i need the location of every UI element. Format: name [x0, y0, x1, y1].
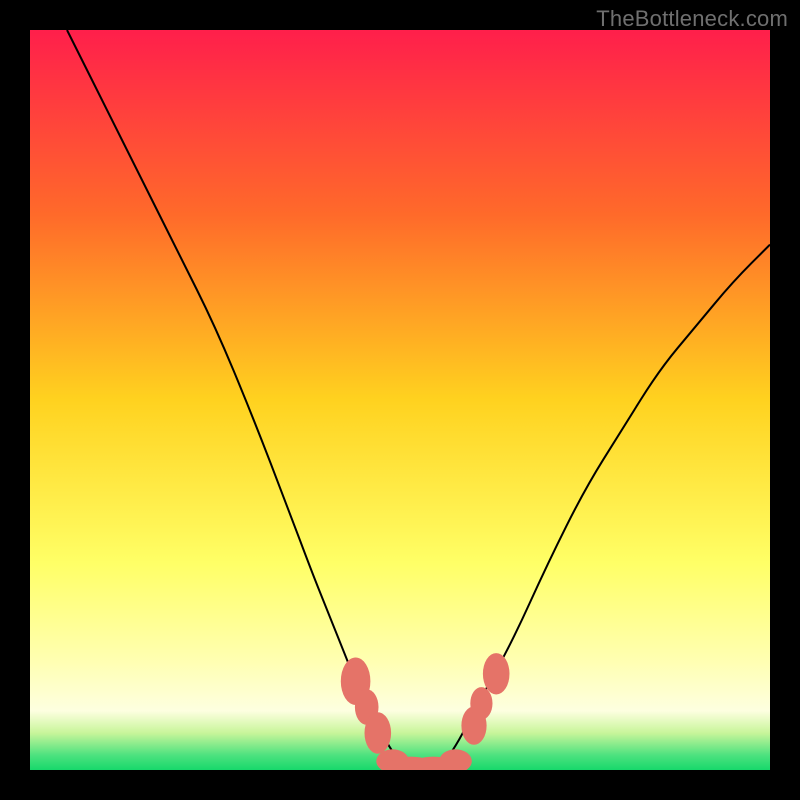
curve-bead: [365, 712, 392, 753]
bottleneck-curve: [30, 30, 770, 770]
plot-area: [30, 30, 770, 770]
chart-frame: TheBottleneck.com: [0, 0, 800, 800]
watermark-text: TheBottleneck.com: [596, 6, 788, 32]
curve-bead: [439, 749, 472, 770]
curve-bead: [483, 653, 510, 694]
curve-bead: [470, 687, 492, 720]
